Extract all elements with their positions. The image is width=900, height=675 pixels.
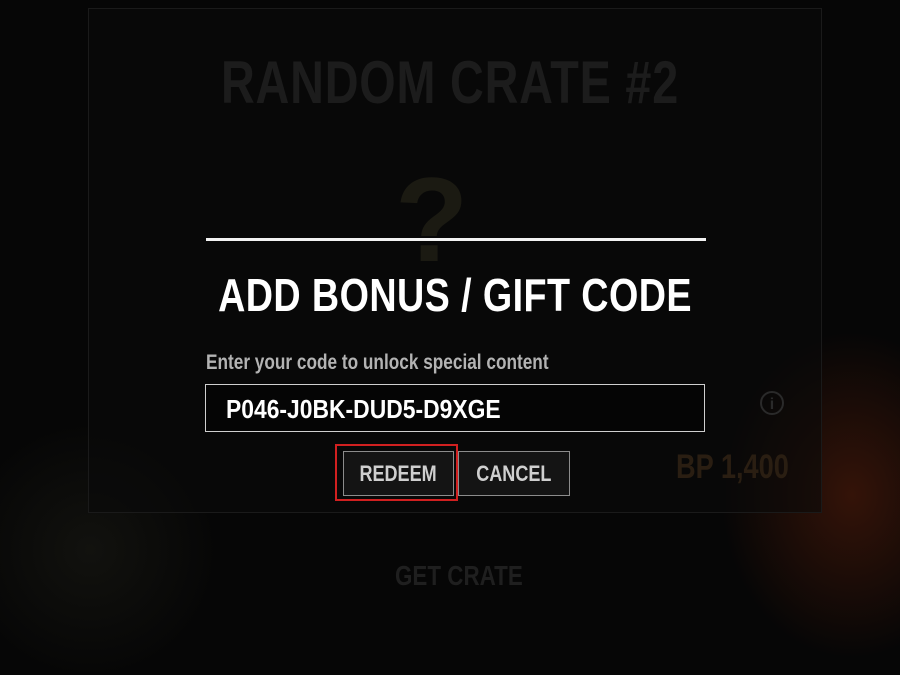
cancel-button[interactable]: CANCEL [458,451,570,496]
code-input-value: P046-J0BK-DUD5-D9XGE [226,394,501,424]
game-background: RANDOM CRATE #2 ? i BP 1,400 GET CRATE [0,0,900,675]
get-crate-button[interactable]: GET CRATE [395,560,523,592]
code-input[interactable]: P046-J0BK-DUD5-D9XGE [205,384,705,432]
dialog-divider [206,238,706,241]
dialog-title: ADD BONUS / GIFT CODE [218,269,692,321]
redeem-button-label: REDEEM [359,461,438,486]
code-hint-label: Enter your code to unlock special conten… [206,351,549,374]
crate-title: RANDOM CRATE #2 [220,49,680,116]
redeem-button[interactable]: REDEEM [343,451,454,496]
cancel-button-label: CANCEL [476,461,552,486]
crate-question-icon: ? [395,153,469,287]
crate-price: BP 1,400 [676,448,789,486]
info-icon[interactable]: i [760,391,784,415]
